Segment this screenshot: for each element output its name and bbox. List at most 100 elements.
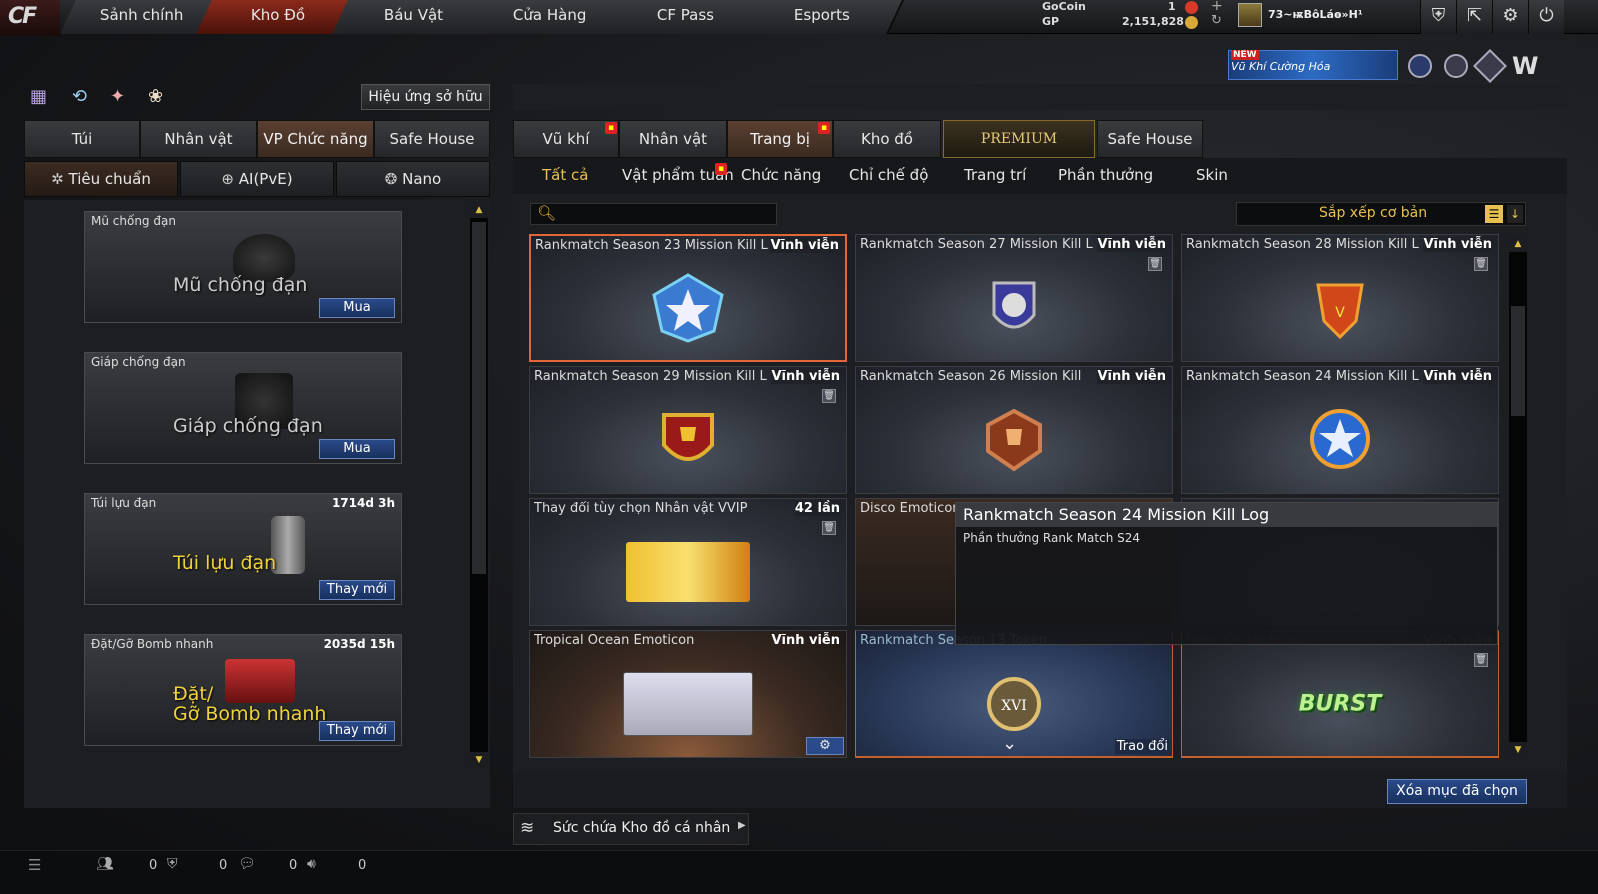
subtab-ai-pve[interactable]: ⊕ AI(PvE) <box>180 161 334 197</box>
season-29-badge-icon <box>662 413 714 461</box>
item-card[interactable]: Rankmatch Season 24 Mission Kill L Vĩnh … <box>1181 366 1499 494</box>
add-currency-icon[interactable]: + <box>1211 0 1223 14</box>
tab-bag[interactable]: Túi <box>24 120 140 158</box>
scroll-up-arrow[interactable]: ▲ <box>1509 236 1527 252</box>
chevron-right-icon[interactable]: ▶ <box>738 820 746 831</box>
trash-icon[interactable]: 🗑︎ <box>822 521 836 535</box>
tab-premium[interactable]: PREMIUM <box>943 120 1095 158</box>
tropical-emoticon-image <box>623 672 753 737</box>
right-scrollbar[interactable]: ▲ ▼ <box>1509 236 1527 758</box>
refresh-icon[interactable]: ↻ <box>1211 13 1222 28</box>
pet-icon[interactable]: ❀ <box>148 86 170 108</box>
chat-icon[interactable]: 💬︎ <box>238 856 256 872</box>
subtab-decoration[interactable]: Trang trí <box>964 166 1026 184</box>
subtab-skin[interactable]: Skin <box>1196 166 1228 184</box>
armor-label: Giáp chống đạn <box>173 415 323 437</box>
item-tooltip: Rankmatch Season 24 Mission Kill Log Phầ… <box>955 502 1499 645</box>
subtab-nano[interactable]: ❂ Nano <box>336 161 490 197</box>
left-footer-panel <box>24 770 490 808</box>
equip-card-helmet[interactable]: Mũ chống đạn Mũ chống đạn Mua <box>84 211 402 323</box>
clan-count: 0 <box>219 858 228 873</box>
sort-direction-icon[interactable]: ↓ <box>1507 205 1523 223</box>
power-icon[interactable]: ⏻ <box>1528 0 1564 34</box>
scroll-thumb[interactable] <box>1511 306 1525 416</box>
equip-card-grenade-pouch[interactable]: Túi lựu đạn 1714d 3h Túi lựu đạn Thay mớ… <box>84 493 402 605</box>
buy-button[interactable]: Mua <box>319 439 395 459</box>
tab-character[interactable]: Nhân vật <box>140 120 257 158</box>
trash-icon[interactable]: 🗑︎ <box>1148 257 1162 271</box>
chevron-down-icon[interactable]: ⌄ <box>1002 733 1017 754</box>
equip-card-armor[interactable]: Giáp chống đạn Giáp chống đạn Mua <box>84 352 402 464</box>
friends-count: 0 <box>149 858 158 873</box>
gocoin-icon <box>1185 1 1198 14</box>
sort-label: Sắp xếp cơ bản <box>1319 205 1428 221</box>
renew-button[interactable]: Thay mới <box>319 721 395 741</box>
subtab-all[interactable]: Tất cả <box>542 166 588 184</box>
grenade-pouch-label: Túi lựu đạn <box>173 552 277 574</box>
ai-icon: ⊕ <box>221 170 239 188</box>
exit-room-icon[interactable]: ⇱ <box>1456 0 1492 34</box>
tab-storage[interactable]: Kho đồ <box>833 120 941 158</box>
item-card[interactable]: Rankmatch Season 26 Mission Kill Vĩnh vi… <box>855 366 1173 494</box>
ranking-icon[interactable]: ▦ <box>30 86 52 108</box>
trash-icon[interactable]: 🗑︎ <box>1474 653 1488 667</box>
list-view-icon[interactable]: ☰ <box>1485 205 1503 223</box>
gp-coin-icon <box>1185 16 1198 29</box>
clan-icon[interactable]: ⛨ <box>167 856 178 872</box>
equip-card-fast-bomb[interactable]: Đặt/Gỡ Bomb nhanh 2035d 15h Đặt/ Gỡ Bomb… <box>84 634 402 746</box>
friends-icon[interactable]: 👥︎ <box>96 856 114 872</box>
trash-icon[interactable]: 🗑︎ <box>822 389 836 403</box>
subtab-reward[interactable]: Phần thưởng <box>1058 166 1153 184</box>
tab-safe-house[interactable]: Safe House <box>374 120 490 158</box>
left-scrollbar[interactable]: ▲ ▼ <box>470 202 488 768</box>
right-header-bar <box>513 84 1567 110</box>
settings-gear-icon[interactable]: ⚙ <box>1492 0 1528 34</box>
tab-vp-function[interactable]: VP Chức năng <box>257 120 374 158</box>
item-card[interactable]: Nano On Hit Effect Vĩnh viễn 🗑︎ BURST <box>1181 630 1499 758</box>
svg-text:XVI: XVI <box>1001 698 1027 714</box>
search-input[interactable] <box>559 205 771 223</box>
scroll-up-arrow[interactable]: ▲ <box>470 202 488 218</box>
capacity-bar[interactable]: ≋ Sức chứa Kho đồ cá nhân ▶ <box>513 813 749 845</box>
character-icon[interactable]: ✦ <box>110 86 132 108</box>
speaker-icon[interactable]: 🔊︎ <box>307 856 316 872</box>
item-card[interactable]: Rankmatch Season 27 Mission Kill L Vĩnh … <box>855 234 1173 362</box>
tab-safe-house-right[interactable]: Safe House <box>1097 120 1203 158</box>
event-icon-1[interactable] <box>1408 54 1432 78</box>
tab-weapons[interactable]: Vũ khí <box>513 120 619 158</box>
menu-list-icon[interactable]: ☰ <box>28 856 41 874</box>
item-card[interactable]: Rankmatch Season 28 Mission Kill L Vĩnh … <box>1181 234 1499 362</box>
clan-shield-icon[interactable]: ⛨ <box>1420 0 1456 34</box>
promo-banner[interactable]: NEW Vũ Khí Cường Hóa <box>1228 50 1398 80</box>
event-icon-2[interactable] <box>1444 54 1468 78</box>
cf-logo[interactable]: CF <box>0 0 60 36</box>
nav-tab-esports[interactable]: Esports <box>740 0 904 34</box>
sort-dropdown[interactable]: Sắp xếp cơ bản ☰ ↓ <box>1236 202 1526 226</box>
subtab-function[interactable]: Chức năng <box>741 166 821 184</box>
item-card[interactable]: Rankmatch Season 13 Token XVI ⌄ Trao đổi <box>855 630 1173 758</box>
subtab-mode-only[interactable]: Chỉ chế độ <box>849 166 928 184</box>
item-card[interactable]: Thay đổi tùy chọn Nhân vật VVIP 42 lần 🗑… <box>529 498 847 626</box>
subtab-standard[interactable]: ✲ Tiêu chuẩn <box>24 161 178 197</box>
helmet-label: Mũ chống đạn <box>173 274 308 296</box>
renew-button[interactable]: Thay mới <box>319 580 395 600</box>
search-box[interactable]: 🔍︎ <box>530 203 777 225</box>
item-card[interactable]: Rankmatch Season 29 Mission Kill L Vĩnh … <box>529 366 847 494</box>
scroll-thumb[interactable] <box>472 222 486 574</box>
tab-characters[interactable]: Nhân vật <box>619 120 727 158</box>
item-card[interactable]: Rankmatch Season 23 Mission Kill L Vĩnh … <box>529 234 847 362</box>
item-card[interactable]: Tropical Ocean Emoticon Vĩnh viễn ⚙ <box>529 630 847 758</box>
trash-icon[interactable]: 🗑︎ <box>1474 257 1488 271</box>
scroll-down-arrow[interactable]: ▼ <box>1509 742 1527 758</box>
event-icon-4[interactable]: W <box>1512 52 1538 80</box>
scroll-down-arrow[interactable]: ▼ <box>470 752 488 768</box>
delete-selected-button[interactable]: Xóa mục đã chọn <box>1387 779 1527 804</box>
gp-label: GP <box>1042 15 1060 28</box>
buy-button[interactable]: Mua <box>319 298 395 318</box>
player-rank-icon <box>1238 3 1262 27</box>
exchange-button[interactable]: Trao đổi <box>1114 739 1170 754</box>
tooltip-title: Rankmatch Season 24 Mission Kill Log <box>963 505 1270 524</box>
history-icon[interactable]: ⟲ <box>72 86 94 108</box>
settings-gear-icon[interactable]: ⚙ <box>806 737 844 755</box>
effects-button[interactable]: Hiệu ứng sở hữu <box>361 84 490 110</box>
